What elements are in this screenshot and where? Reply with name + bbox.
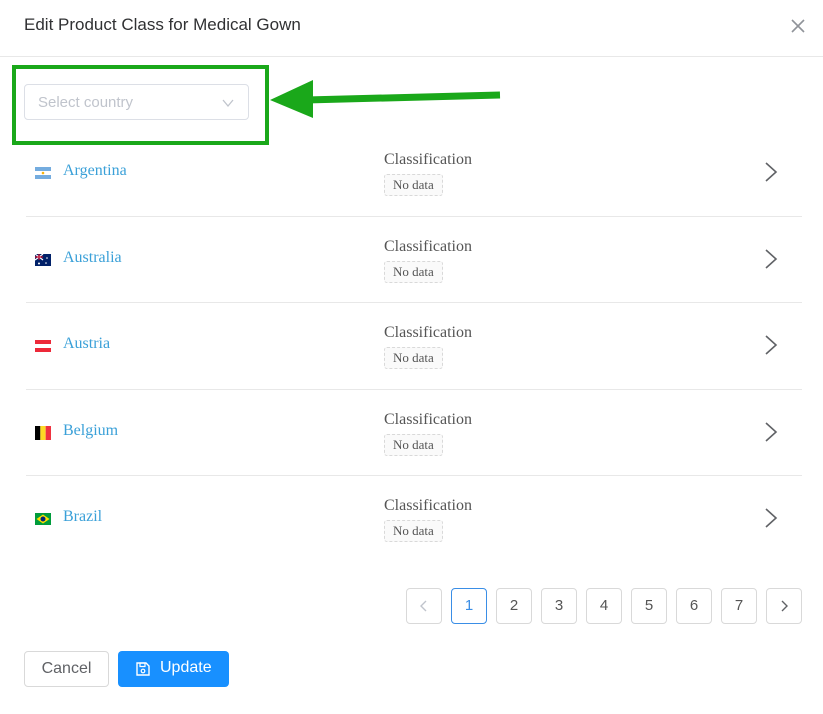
belgium-flag-icon [35,425,51,441]
classification-value: No data [384,260,443,283]
page-button-2[interactable]: 2 [496,588,532,624]
cancel-button[interactable]: Cancel [24,651,109,687]
country-name[interactable]: Austria [63,335,110,353]
prev-page-button[interactable] [406,588,442,624]
chevron-down-icon [221,96,235,110]
next-page-button[interactable] [766,588,802,624]
list-item-austria[interactable]: Austria Classification No data [26,303,802,390]
country-list: Argentina Classification No data Austral… [26,130,802,563]
classification-label: Classification [384,497,472,514]
page-button-7[interactable]: 7 [721,588,757,624]
chevron-right-icon[interactable] [764,161,778,183]
classification-value: No data [384,520,443,542]
austria-flag-icon [35,338,51,354]
list-item-brazil[interactable]: Brazil Classification No data [26,476,802,563]
page-button-4[interactable]: 4 [586,588,622,624]
chevron-right-icon[interactable] [764,334,778,356]
list-item-argentina[interactable]: Argentina Classification No data [26,130,802,217]
page-button-3[interactable]: 3 [541,588,577,624]
country-name[interactable]: Brazil [63,508,102,526]
dialog-title: Edit Product Class for Medical Gown [24,15,301,34]
australia-flag-icon [34,252,51,268]
country-name[interactable]: Australia [63,249,122,267]
update-button[interactable]: Update [118,651,229,687]
close-icon[interactable] [788,16,808,36]
page-button-6[interactable]: 6 [676,588,712,624]
country-name[interactable]: Belgium [63,422,118,440]
classification-value: No data [384,174,443,196]
dialog-header: Edit Product Class for Medical Gown [0,0,823,57]
brazil-flag-icon [35,511,51,527]
chevron-right-icon[interactable] [764,507,778,529]
country-name[interactable]: Argentina [63,162,127,180]
country-select[interactable]: Select country [24,84,249,120]
argentina-flag-icon [35,165,51,181]
page-button-5[interactable]: 5 [631,588,667,624]
page-button-1[interactable]: 1 [451,588,487,624]
classification-label: Classification [384,151,472,168]
list-item-belgium[interactable]: Belgium Classification No data [26,390,802,476]
country-select-placeholder: Select country [38,94,134,111]
classification-label: Classification [384,237,472,255]
classification-value: No data [384,433,443,456]
chevron-right-icon[interactable] [764,248,778,270]
save-icon [135,661,151,677]
chevron-right-icon[interactable] [764,421,778,443]
classification-value: No data [384,347,443,369]
update-label: Update [160,659,212,676]
classification-label: Classification [384,324,472,341]
annotation-arrow-icon [270,80,501,118]
classification-label: Classification [384,410,472,428]
list-item-australia[interactable]: Australia Classification No data [26,217,802,303]
